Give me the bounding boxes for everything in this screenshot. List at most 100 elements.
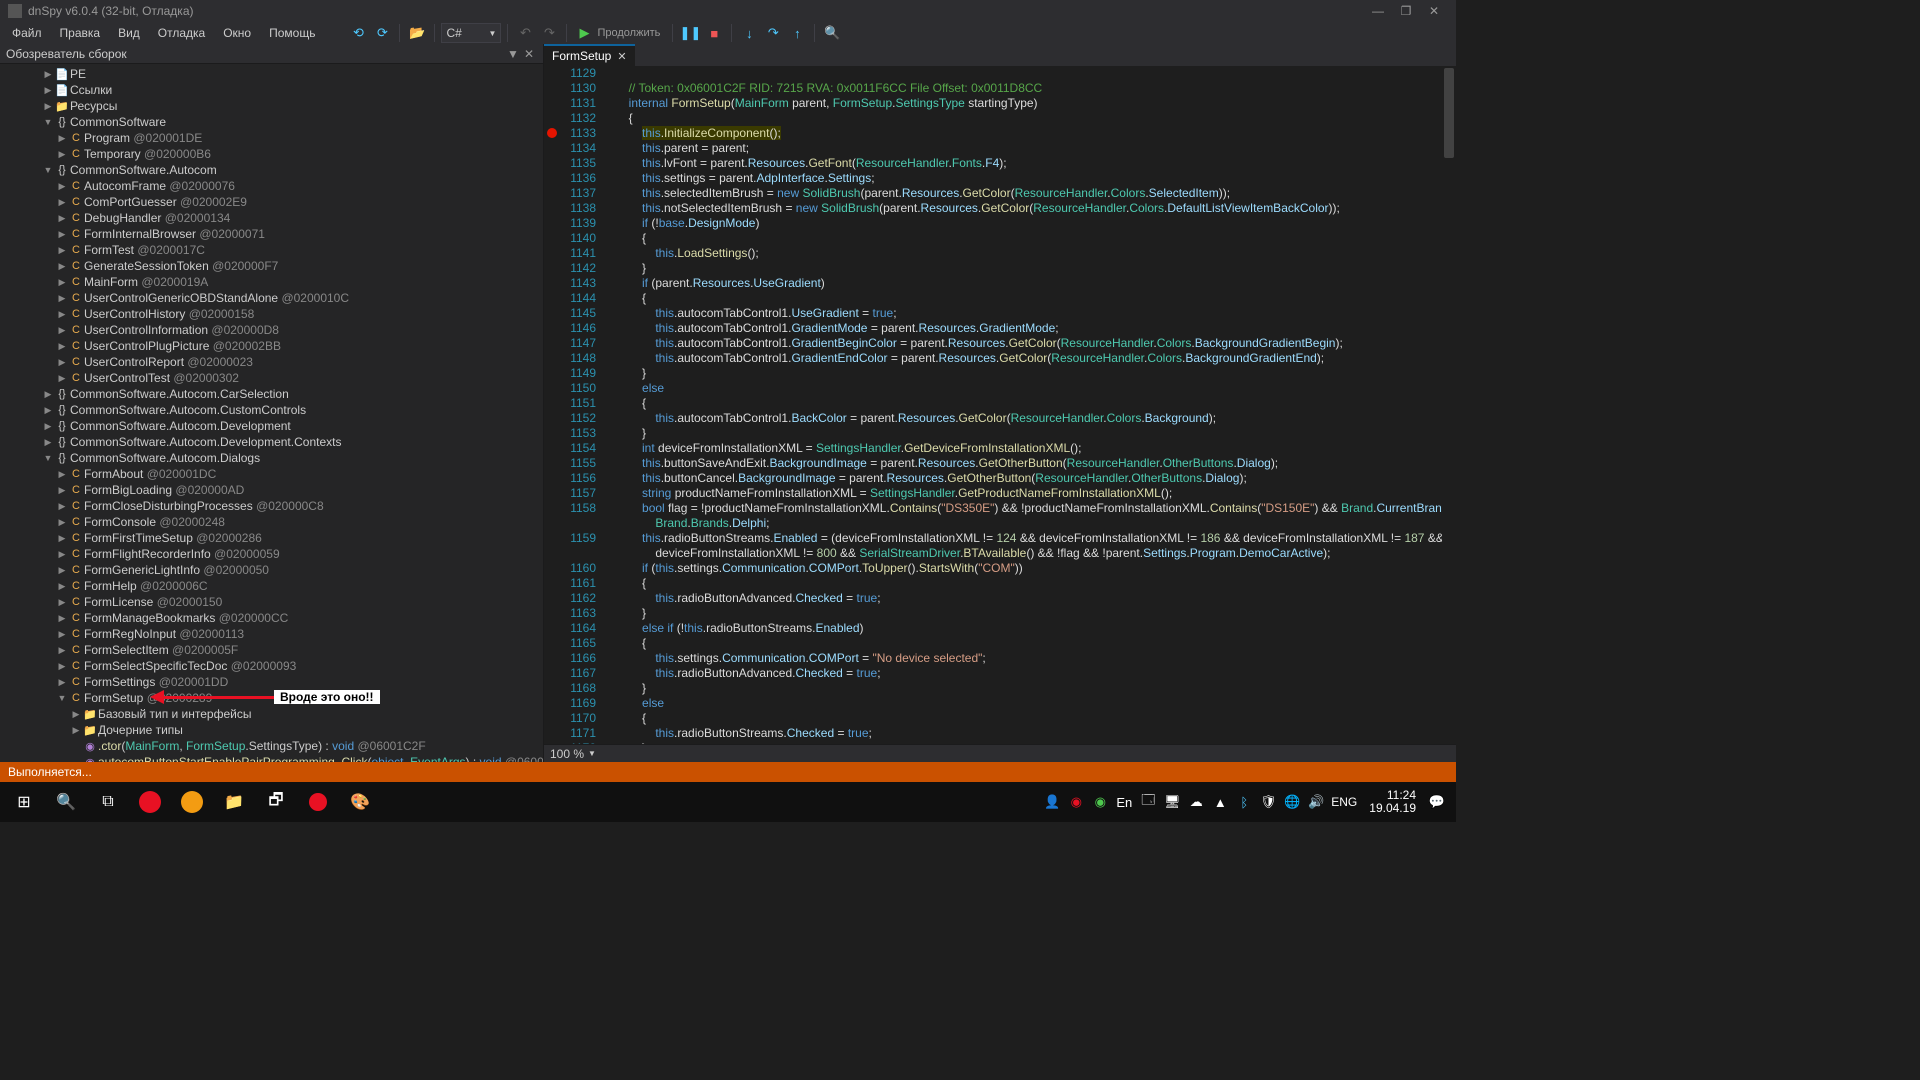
tree-view[interactable]: ▶📄 PE▶📄 Ссылки▶📁 Ресурсы▼{} CommonSoftwa…: [0, 64, 543, 762]
clock[interactable]: 11:24 19.04.19: [1363, 789, 1422, 815]
tree-row[interactable]: ▶{} CommonSoftware.Autocom.Development: [0, 418, 543, 434]
pause-icon[interactable]: ❚❚: [679, 22, 701, 44]
tree-row[interactable]: ▶C AutocomFrame @02000076: [0, 178, 543, 194]
tree-row[interactable]: ▼{} CommonSoftware.Autocom: [0, 162, 543, 178]
tree-row[interactable]: ◉ autocomButtonStartEnablePairProgrammin…: [0, 754, 543, 762]
tray-icon[interactable]: En: [1115, 795, 1133, 810]
tree-row[interactable]: ▶C FormHelp @0200006C: [0, 578, 543, 594]
tree-row[interactable]: ▶C MainForm @0200019A: [0, 274, 543, 290]
tray-icon[interactable]: ◉: [1091, 794, 1109, 810]
minimize-button[interactable]: —: [1364, 1, 1392, 21]
nav-back-icon[interactable]: ⟲: [347, 22, 369, 44]
menu-help[interactable]: Помощь: [261, 24, 323, 42]
menu-file[interactable]: Файл: [4, 24, 50, 42]
tree-row[interactable]: ▶{} CommonSoftware.Autocom.CarSelection: [0, 386, 543, 402]
tree-row[interactable]: ▶C FormAbout @020001DC: [0, 466, 543, 482]
tree-row[interactable]: ▶C FormGenericLightInfo @02000050: [0, 562, 543, 578]
menu-window[interactable]: Окно: [215, 24, 259, 42]
close-button[interactable]: ✕: [1420, 1, 1448, 21]
system-tray[interactable]: 👤 ◉ ◉ En 🗔 🖥 ☁ ▲ ᛒ 🛡 🌐 🔊 ENG 11:24 19.04…: [1043, 789, 1452, 815]
step-over-icon[interactable]: ↷: [762, 22, 784, 44]
redo-icon[interactable]: ↷: [538, 22, 560, 44]
tree-row[interactable]: ▶C GenerateSessionToken @020000F7: [0, 258, 543, 274]
tree-row[interactable]: ▼{} CommonSoftware.Autocom.Dialogs: [0, 450, 543, 466]
tab-formsetup[interactable]: FormSetup ✕: [544, 44, 635, 66]
tray-icon[interactable]: 🖥: [1163, 794, 1181, 810]
taskview-button[interactable]: ⧉: [88, 784, 128, 820]
tree-row[interactable]: ▶C FormInternalBrowser @02000071: [0, 226, 543, 242]
tree-row[interactable]: ▶C FormFlightRecorderInfo @02000059: [0, 546, 543, 562]
tree-row[interactable]: ▶C UserControlGenericOBDStandAlone @0200…: [0, 290, 543, 306]
step-out-icon[interactable]: ↑: [786, 22, 808, 44]
tree-row[interactable]: ▶C FormFirstTimeSetup @02000286: [0, 530, 543, 546]
tree-row[interactable]: ▶C FormSelectItem @0200005F: [0, 642, 543, 658]
tree-row[interactable]: ▶📄 Ссылки: [0, 82, 543, 98]
tree-row[interactable]: ▶C FormTest @0200017C: [0, 242, 543, 258]
tray-bluetooth-icon[interactable]: ᛒ: [1235, 795, 1253, 810]
menu-debug[interactable]: Отладка: [150, 24, 213, 42]
tree-row[interactable]: ▶C FormCloseDisturbingProcesses @020000C…: [0, 498, 543, 514]
zoom-level[interactable]: 100 %: [550, 747, 584, 761]
vertical-scrollbar[interactable]: [1442, 66, 1456, 744]
search-icon[interactable]: 🔍: [821, 22, 843, 44]
stop-icon[interactable]: ■: [703, 22, 725, 44]
tree-row[interactable]: ▶C ComPortGuesser @020002E9: [0, 194, 543, 210]
taskbar-app-opera[interactable]: [130, 784, 170, 820]
tree-row[interactable]: ▶C UserControlTest @02000302: [0, 370, 543, 386]
sidebar-dropdown-icon[interactable]: ▼: [505, 47, 521, 61]
tray-volume-icon[interactable]: 🔊: [1307, 794, 1325, 810]
language-dropdown[interactable]: C#▼: [441, 23, 501, 43]
sidebar-close-icon[interactable]: ✕: [521, 47, 537, 61]
step-into-icon[interactable]: ↓: [738, 22, 760, 44]
tray-icon[interactable]: ☁: [1187, 794, 1205, 810]
code-editor[interactable]: // Token: 0x06001C2F RID: 7215 RVA: 0x00…: [602, 66, 1456, 744]
tree-row[interactable]: ▶📁 Дочерние типы: [0, 722, 543, 738]
tray-icon[interactable]: 🛡: [1259, 794, 1277, 810]
tree-row[interactable]: ▶C FormConsole @02000248: [0, 514, 543, 530]
tree-row[interactable]: ▶📁 Базовый тип и интерфейсы: [0, 706, 543, 722]
start-button[interactable]: ⊞: [4, 784, 44, 820]
tree-row[interactable]: ▶{} CommonSoftware.Autocom.Development.C…: [0, 434, 543, 450]
taskbar-app-4[interactable]: 🗗: [256, 784, 296, 820]
menu-view[interactable]: Вид: [110, 24, 148, 42]
tree-row[interactable]: ▶C FormRegNoInput @02000113: [0, 626, 543, 642]
notifications-icon[interactable]: 💬: [1428, 794, 1446, 810]
tray-icon[interactable]: 🗔: [1139, 791, 1157, 813]
open-icon[interactable]: 📂: [406, 22, 428, 44]
taskbar-app-2[interactable]: [172, 784, 212, 820]
tree-row[interactable]: ▶C DebugHandler @02000134: [0, 210, 543, 226]
maximize-button[interactable]: ❐: [1392, 1, 1420, 21]
tree-row[interactable]: ▶C FormLicense @02000150: [0, 594, 543, 610]
continue-label[interactable]: Продолжить: [597, 27, 666, 39]
tree-row[interactable]: ▶C UserControlHistory @02000158: [0, 306, 543, 322]
tree-row[interactable]: ▶C UserControlInformation @020000D8: [0, 322, 543, 338]
taskbar-app-explorer[interactable]: 📁: [214, 784, 254, 820]
breakpoint-gutter[interactable]: [544, 66, 560, 744]
tree-row[interactable]: ▶C Program @020001DE: [0, 130, 543, 146]
tree-row[interactable]: ▶C FormSettings @020001DD: [0, 674, 543, 690]
zoom-dropdown-icon[interactable]: ▼: [588, 749, 596, 758]
tray-language[interactable]: ENG: [1331, 795, 1357, 809]
tree-row[interactable]: ▶C FormManageBookmarks @020000CC: [0, 610, 543, 626]
tray-icon[interactable]: 👤: [1043, 794, 1061, 810]
menu-edit[interactable]: Правка: [52, 24, 109, 42]
tray-icon[interactable]: ◉: [1067, 794, 1085, 810]
search-button[interactable]: 🔍: [46, 784, 86, 820]
tree-row[interactable]: ▶{} CommonSoftware.Autocom.CustomControl…: [0, 402, 543, 418]
tree-row[interactable]: ▶📁 Ресурсы: [0, 98, 543, 114]
tree-row[interactable]: ▶C FormBigLoading @020000AD: [0, 482, 543, 498]
tree-row[interactable]: ▼{} CommonSoftware: [0, 114, 543, 130]
tree-row[interactable]: ▼C FormSetup @02000289Вроде это оно!!: [0, 690, 543, 706]
taskbar-app-paint[interactable]: 🎨: [340, 784, 380, 820]
tree-row[interactable]: ▶C UserControlPlugPicture @020002BB: [0, 338, 543, 354]
nav-forward-icon[interactable]: ⟳: [371, 22, 393, 44]
tray-network-icon[interactable]: 🌐: [1283, 794, 1301, 810]
tree-row[interactable]: ◉ .ctor(MainForm, FormSetup.SettingsType…: [0, 738, 543, 754]
tree-row[interactable]: ▶C FormSelectSpecificTecDoc @02000093: [0, 658, 543, 674]
tree-row[interactable]: ▶📄 PE: [0, 66, 543, 82]
tab-close-icon[interactable]: ✕: [617, 50, 626, 63]
tray-icon[interactable]: ▲: [1211, 795, 1229, 810]
continue-icon[interactable]: ▶: [573, 22, 595, 44]
tree-row[interactable]: ▶C Temporary @020000B6: [0, 146, 543, 162]
undo-icon[interactable]: ↶: [514, 22, 536, 44]
